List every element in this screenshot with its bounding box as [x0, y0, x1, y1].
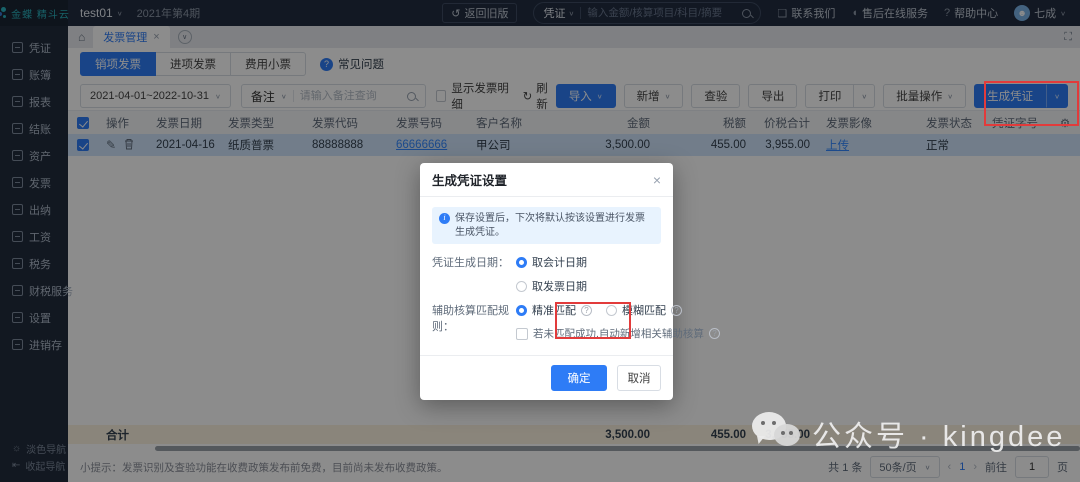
radio-on-icon	[516, 305, 527, 316]
dialog-title: 生成凭证设置	[432, 170, 507, 189]
radio-off-icon	[606, 305, 617, 316]
radio-exact-match[interactable]: 精准匹配 ?	[516, 302, 592, 318]
app-window: 金蝶 精斗云 test01 ∨ 2021年第4期 ↺ 返回旧版 凭证 ∨	[0, 0, 1080, 482]
close-icon[interactable]: ×	[653, 172, 661, 188]
radio-accounting-date[interactable]: 取会计日期	[516, 254, 661, 270]
match-rule-label: 辅助核算匹配规则：	[432, 302, 516, 341]
checkbox-icon	[516, 328, 528, 340]
help-tooltip-icon[interactable]: ?	[581, 305, 592, 316]
auto-add-checkbox[interactable]: 若未匹配成功,自动新增相关辅助核算 ?	[516, 326, 720, 341]
radio-fuzzy-match[interactable]: 模糊匹配 ?	[606, 302, 682, 318]
help-tooltip-icon[interactable]: ?	[709, 328, 720, 339]
info-banner: i 保存设置后，下次将默认按该设置进行发票生成凭证。	[432, 207, 661, 244]
voucher-date-label: 凭证生成日期：	[432, 254, 516, 294]
info-icon: i	[439, 213, 450, 224]
ok-button[interactable]: 确定	[551, 365, 607, 391]
generate-voucher-settings-dialog: 生成凭证设置 × i 保存设置后，下次将默认按该设置进行发票生成凭证。 凭证生成…	[420, 163, 673, 400]
radio-invoice-date[interactable]: 取发票日期	[516, 278, 661, 294]
cancel-button[interactable]: 取消	[617, 365, 661, 391]
radio-on-icon	[516, 257, 527, 268]
help-tooltip-icon[interactable]: ?	[671, 305, 682, 316]
radio-off-icon	[516, 281, 527, 292]
